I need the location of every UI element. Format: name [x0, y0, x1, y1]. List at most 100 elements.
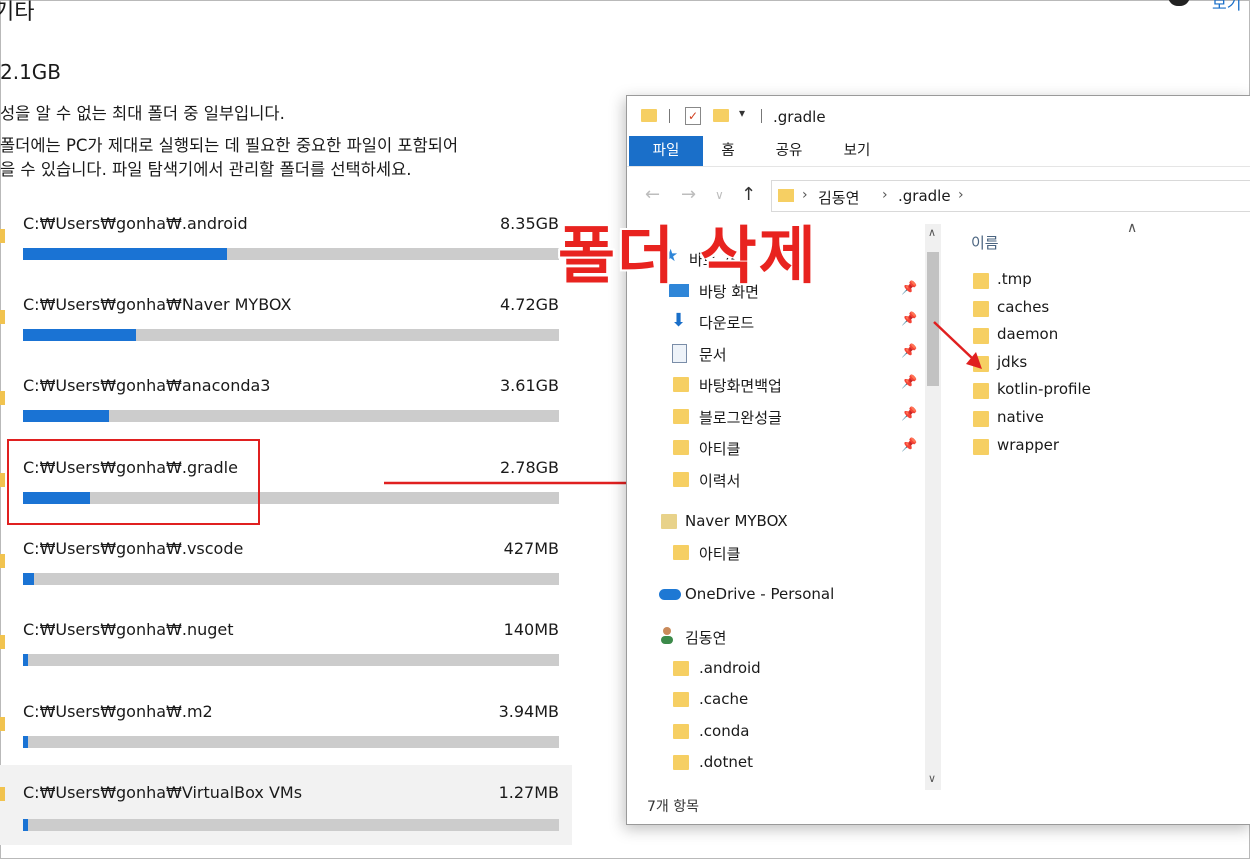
- nav-item[interactable]: 바탕화면백업 📌: [673, 370, 919, 400]
- folder-icon: [673, 440, 689, 455]
- folder-row[interactable]: C:₩Users₩gonha₩.vscode 427MB: [0, 532, 572, 612]
- folder-row[interactable]: C:₩Users₩gonha₩.m2 3.94MB: [0, 695, 572, 775]
- properties-icon[interactable]: ✓: [685, 107, 701, 125]
- pin-icon[interactable]: 📌: [901, 438, 917, 453]
- folder-icon: [0, 554, 5, 568]
- tab-file[interactable]: 파일: [629, 136, 703, 166]
- pin-icon[interactable]: 📌: [901, 312, 917, 327]
- folder-icon: [973, 411, 989, 427]
- breadcrumb-item[interactable]: .gradle: [898, 187, 951, 205]
- nav-label: 문서: [699, 346, 727, 364]
- top-right-link[interactable]: 보기: [1212, 0, 1241, 14]
- folder-icon: [673, 409, 689, 424]
- folder-size: 427MB: [503, 539, 559, 558]
- highlight-box: [7, 439, 260, 525]
- nav-onedrive[interactable]: OneDrive - Personal: [659, 580, 921, 610]
- recent-locations-icon[interactable]: ∨: [715, 188, 724, 202]
- folder-item-label: native: [997, 408, 1044, 426]
- nav-label: 다운로드: [699, 314, 755, 332]
- folder-path: C:₩Users₩gonha₩anaconda3: [23, 376, 271, 395]
- folder-row[interactable]: C:₩Users₩gonha₩.android 8.35GB: [0, 207, 572, 287]
- folder-size: 3.61GB: [500, 376, 559, 395]
- pin-icon[interactable]: 📌: [901, 281, 917, 296]
- folder-item-label: wrapper: [997, 436, 1060, 454]
- folder-size: 3.94MB: [498, 702, 559, 721]
- sort-ascending-icon: ∧: [1127, 220, 1138, 236]
- folder-path: C:₩Users₩gonha₩.android: [23, 214, 248, 233]
- arrow-right-icon: [384, 476, 654, 490]
- cloud-folder-icon: [661, 514, 677, 529]
- nav-item[interactable]: 문서 📌: [669, 339, 919, 369]
- usage-bar-fill: [23, 329, 136, 341]
- folder-icon: [0, 787, 5, 801]
- folder-icon: [673, 377, 689, 392]
- nav-label: .android: [699, 659, 761, 677]
- chevron-right-icon: ›: [802, 187, 808, 203]
- folder-size: 1.27MB: [498, 783, 559, 802]
- scroll-down-icon[interactable]: ∨: [928, 772, 936, 785]
- pin-icon[interactable]: 📌: [901, 375, 917, 390]
- column-header-name[interactable]: 이름: [971, 232, 999, 253]
- nav-scrollbar[interactable]: ∧ ∨: [925, 224, 941, 790]
- nav-item[interactable]: .conda: [673, 717, 919, 747]
- nav-item[interactable]: .android: [673, 654, 919, 684]
- description-line-1: 성을 알 수 없는 최대 폴더 중 일부입니다.: [0, 104, 285, 123]
- folder-icon: [0, 391, 5, 405]
- folder-icon: [0, 473, 5, 487]
- usage-bar: [23, 410, 559, 422]
- tab-view[interactable]: 보기: [835, 136, 879, 166]
- nav-user[interactable]: 김동연: [659, 622, 921, 652]
- tab-home[interactable]: 홈: [711, 136, 745, 166]
- new-folder-icon[interactable]: [713, 109, 729, 122]
- total-size: 2.1GB: [0, 60, 62, 84]
- nav-item[interactable]: ⬇ 다운로드 📌: [669, 307, 919, 337]
- folder-row[interactable]: C:₩Users₩gonha₩.nuget 140MB: [0, 613, 572, 693]
- folder-icon: [0, 635, 5, 649]
- folder-icon: [673, 724, 689, 739]
- document-icon: [672, 344, 687, 363]
- pin-icon[interactable]: 📌: [901, 344, 917, 359]
- description-line-3: 을 수 있습니다. 파일 탐색기에서 관리할 폴더를 선택하세요.: [0, 160, 412, 179]
- usage-bar: [23, 248, 559, 260]
- back-icon[interactable]: ←: [645, 184, 660, 205]
- nav-item[interactable]: 아티클: [673, 538, 919, 568]
- status-bar-item-count: 7개 항목: [647, 799, 699, 815]
- usage-bar: [23, 736, 559, 748]
- folder-icon: [673, 661, 689, 676]
- description-line-2: 폴더에는 PC가 제대로 실행되는 데 필요한 중요한 파일이 포함되어: [0, 136, 459, 155]
- folder-path: C:₩Users₩gonha₩Naver MYBOX: [23, 295, 292, 314]
- ribbon-tabs: 파일 홈 공유 보기: [627, 136, 1250, 167]
- nav-item[interactable]: 아티클 📌: [673, 433, 919, 463]
- up-icon[interactable]: ↑: [741, 184, 756, 205]
- nav-label: OneDrive - Personal: [685, 585, 835, 603]
- folder-item-label: daemon: [997, 325, 1059, 343]
- scroll-up-icon[interactable]: ∧: [928, 226, 936, 239]
- nav-item[interactable]: 이력서: [673, 465, 919, 495]
- tab-share[interactable]: 공유: [767, 136, 811, 166]
- nav-item[interactable]: 블로그완성글 📌: [673, 402, 919, 432]
- nav-naver-mybox[interactable]: Naver MYBOX: [661, 507, 921, 537]
- nav-label: 김동연: [685, 629, 727, 647]
- download-icon: ⬇: [671, 310, 687, 331]
- nav-label: .cache: [699, 690, 749, 708]
- folder-icon: [673, 755, 689, 770]
- folder-item-label: caches: [997, 298, 1050, 316]
- address-bar[interactable]: › 김동연 › .gradle ›: [771, 180, 1250, 212]
- folder-size: 8.35GB: [500, 214, 559, 233]
- folder-path: C:₩Users₩gonha₩.m2: [23, 702, 213, 721]
- pin-icon[interactable]: 📌: [901, 407, 917, 422]
- breadcrumb-item[interactable]: 김동연: [818, 187, 859, 208]
- nav-item[interactable]: .cache: [673, 685, 919, 715]
- navigation-pane: ★ 바로 가기 바탕 화면 📌 ⬇ 다운로드 📌 문서 📌 바탕화면백업 📌 블…: [627, 224, 943, 790]
- usage-bar-fill: [23, 736, 29, 748]
- folder-row[interactable]: C:₩Users₩gonha₩anaconda3 3.61GB: [0, 369, 572, 449]
- nav-label: 아티클: [699, 440, 741, 458]
- forward-icon[interactable]: →: [681, 184, 696, 205]
- window-title: .gradle: [773, 108, 826, 126]
- nav-item[interactable]: .dotnet: [673, 748, 919, 778]
- chevron-down-icon[interactable]: ▾: [739, 106, 745, 120]
- folder-row[interactable]: C:₩Users₩gonha₩Naver MYBOX 4.72GB: [0, 288, 572, 368]
- folder-row[interactable]: C:₩Users₩gonha₩VirtualBox VMs 1.27MB: [0, 765, 572, 845]
- separator: [761, 109, 762, 123]
- description: 폴더에는 PC가 제대로 실행되는 데 필요한 중요한 파일이 포함되어 을 수…: [0, 134, 600, 182]
